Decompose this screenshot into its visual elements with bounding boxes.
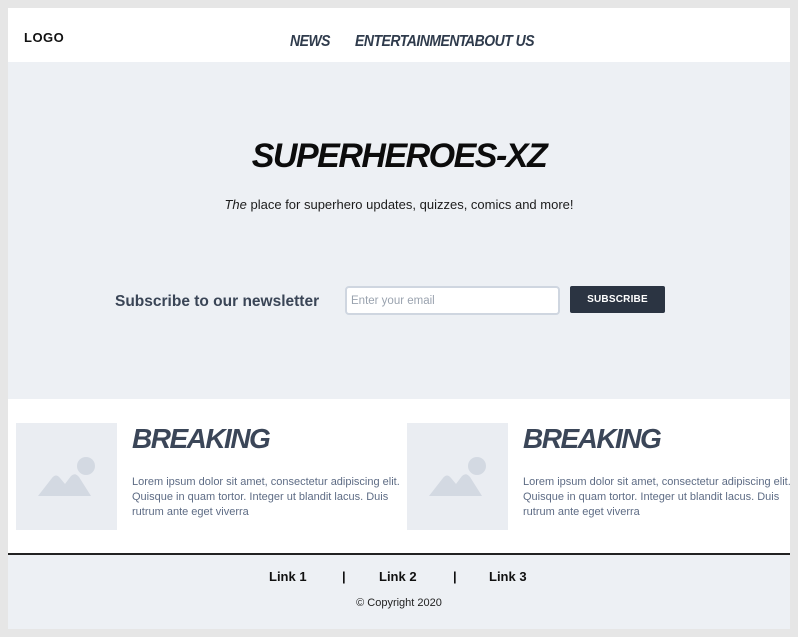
page: LOGO NEWS ENTERTAINMENT ABOUT US SUPERHE… (8, 8, 791, 629)
subscribe-button[interactable]: SUBSCRIBE (570, 286, 665, 313)
hero-section: SUPERHEROES-XZ The place for superhero u… (8, 62, 790, 399)
site-header: LOGO NEWS ENTERTAINMENT ABOUT US (8, 8, 790, 62)
card-title: BREAKING (132, 423, 271, 454)
footer-link-2[interactable]: Link 2 (379, 569, 417, 584)
site-footer: Link 1 | Link 2 | Link 3 © Copyright 202… (8, 553, 790, 629)
footer-links: Link 1 | Link 2 | Link 3 (8, 569, 790, 589)
footer-divider (8, 553, 790, 555)
tagline-emphasis: The (224, 197, 247, 212)
card-body: Lorem ipsum dolor sit amet, consectetur … (132, 476, 400, 518)
image-placeholder-icon (38, 457, 95, 496)
hero-tagline: The place for superhero updates, quizzes… (8, 197, 790, 212)
nav-link-news[interactable]: NEWS (290, 31, 331, 49)
newsletter-label: Subscribe to our newsletter (115, 293, 320, 310)
card-title: BREAKING (523, 423, 662, 454)
footer-separator: | (342, 569, 346, 584)
footer-link-1[interactable]: Link 1 (269, 569, 307, 584)
image-placeholder-icon (407, 423, 508, 530)
image-placeholder-icon (16, 423, 117, 530)
email-input[interactable] (345, 286, 560, 315)
tagline-text: place for superhero updates, quizzes, co… (246, 197, 574, 212)
nav-link-about-us[interactable]: ABOUT US (465, 31, 535, 49)
image-placeholder-icon (429, 457, 486, 496)
news-card[interactable]: BREAKING Lorem ipsum dolor sit amet, con… (407, 423, 791, 530)
news-card[interactable]: BREAKING Lorem ipsum dolor sit amet, con… (16, 423, 400, 530)
footer-separator: | (453, 569, 457, 584)
footer-link-3[interactable]: Link 3 (489, 569, 527, 584)
hero-title: SUPERHEROES-XZ (251, 137, 548, 175)
main-nav: NEWS ENTERTAINMENT ABOUT US (8, 31, 790, 51)
copyright-text: © Copyright 2020 (356, 597, 442, 609)
nav-link-entertainment[interactable]: ENTERTAINMENT (355, 31, 467, 49)
card-body: Lorem ipsum dolor sit amet, consectetur … (523, 476, 791, 518)
